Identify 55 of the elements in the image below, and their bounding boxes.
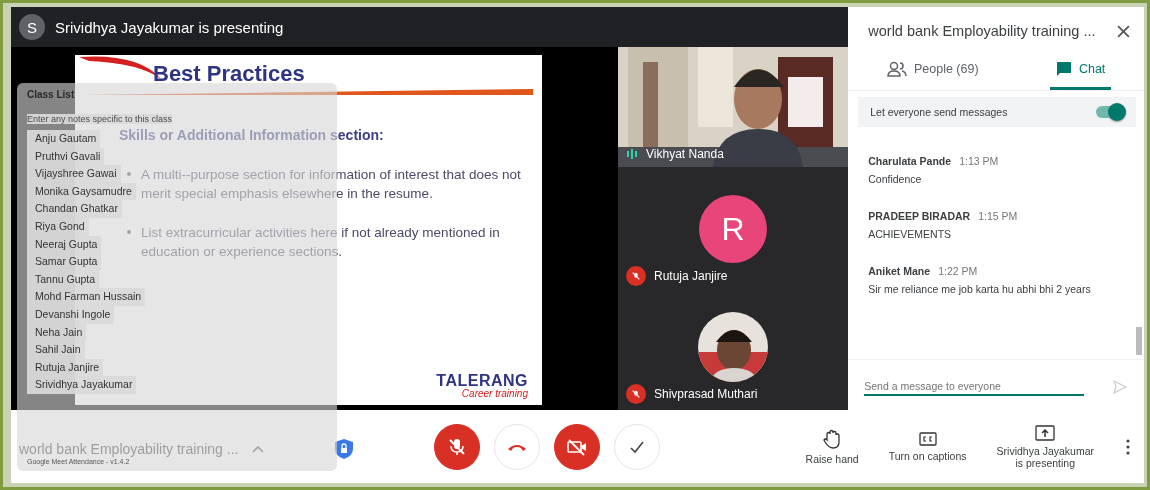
- student-name: Sahil Jain: [27, 341, 85, 359]
- slide-title: Best Practices: [153, 61, 305, 87]
- meeting-action[interactable]: Srividhya Jayakumar is presenting: [992, 424, 1098, 469]
- more-options-icon[interactable]: [1126, 438, 1130, 455]
- panel-tab[interactable]: People (69): [880, 51, 985, 90]
- student-name: Srividhya Jayakumar: [27, 376, 137, 394]
- presenter-avatar: S: [19, 14, 45, 40]
- student-name: Vijayshree Gawai: [27, 165, 121, 183]
- notes-field[interactable]: Enter any notes specific to this class: [27, 114, 173, 124]
- participant-name: Shivprasad Muthari: [654, 387, 758, 402]
- meeting-action[interactable]: Raise hand: [801, 428, 863, 465]
- message-time: 1:22 PM: [938, 265, 978, 277]
- chat-icon: [1055, 61, 1072, 77]
- student-name: Samar Gupta: [27, 253, 102, 271]
- people-icon: [886, 61, 907, 77]
- message-text: ACHIEVEMENTS: [868, 228, 953, 240]
- participant-avatar: R: [699, 195, 767, 263]
- microphone-icon: [447, 436, 467, 457]
- toggle-switch[interactable]: [1096, 106, 1124, 118]
- meeting-title: world bank Employability training ...: [868, 23, 1096, 39]
- student-name: Mohd Farman Hussain: [27, 288, 146, 306]
- student-name: Chandan Ghatkar: [27, 200, 122, 218]
- message-text: Sir me reliance me job karta hu abhi bhi 2 years: [868, 283, 1092, 295]
- meeting-title: world bank Employability training ...: [19, 440, 239, 457]
- message-time: 1:13 PM: [959, 155, 999, 167]
- participant-name: Vikhyat Nanda: [646, 147, 724, 161]
- camera-icon: [566, 437, 588, 456]
- scrollbar-thumb[interactable]: [1136, 327, 1142, 356]
- logo-tagline: Career training: [461, 388, 528, 399]
- participant-name: Rutuja Janjire: [654, 269, 728, 283]
- microphone-button[interactable]: [434, 423, 480, 470]
- message-sender: PRADEEP BIRADAR: [868, 210, 971, 222]
- slide-heading: Skills or Additional Information section:: [119, 127, 385, 143]
- captions-icon: [918, 431, 937, 446]
- message-sender: Aniket Mane: [868, 265, 931, 277]
- bullet-text: List extracurricular activities here if not already mentioned in education or experience sections.: [141, 224, 501, 261]
- present-screen-icon: [1035, 424, 1056, 441]
- camera-button[interactable]: [554, 423, 600, 470]
- message-text: Confidence: [868, 173, 923, 185]
- presenter-text: Srividhya Jayakumar is presenting: [55, 18, 284, 36]
- check-button[interactable]: [614, 423, 660, 470]
- bullet-dot-icon: [127, 230, 131, 234]
- bullet-dot-icon: [127, 172, 131, 176]
- panel-tab[interactable]: Chat: [1049, 51, 1112, 90]
- hand-icon: [823, 428, 842, 449]
- close-icon[interactable]: [1117, 24, 1130, 38]
- meeting-action[interactable]: Turn on captions: [884, 431, 971, 462]
- message-time: 1:15 PM: [978, 210, 1018, 222]
- talerang-logo: TALERANG: [436, 372, 528, 389]
- bullet-text: A multi--purpose section for information of interest that does not merit special emphasis elsewhere in the resume.: [141, 166, 522, 203]
- shield-icon[interactable]: [334, 437, 354, 460]
- toggle-label: Let everyone send messages: [870, 106, 1008, 118]
- message-sender: Charulata Pande: [868, 155, 952, 167]
- student-name: Anju Gautam: [27, 130, 101, 148]
- class-list-title[interactable]: Class List: [27, 89, 327, 100]
